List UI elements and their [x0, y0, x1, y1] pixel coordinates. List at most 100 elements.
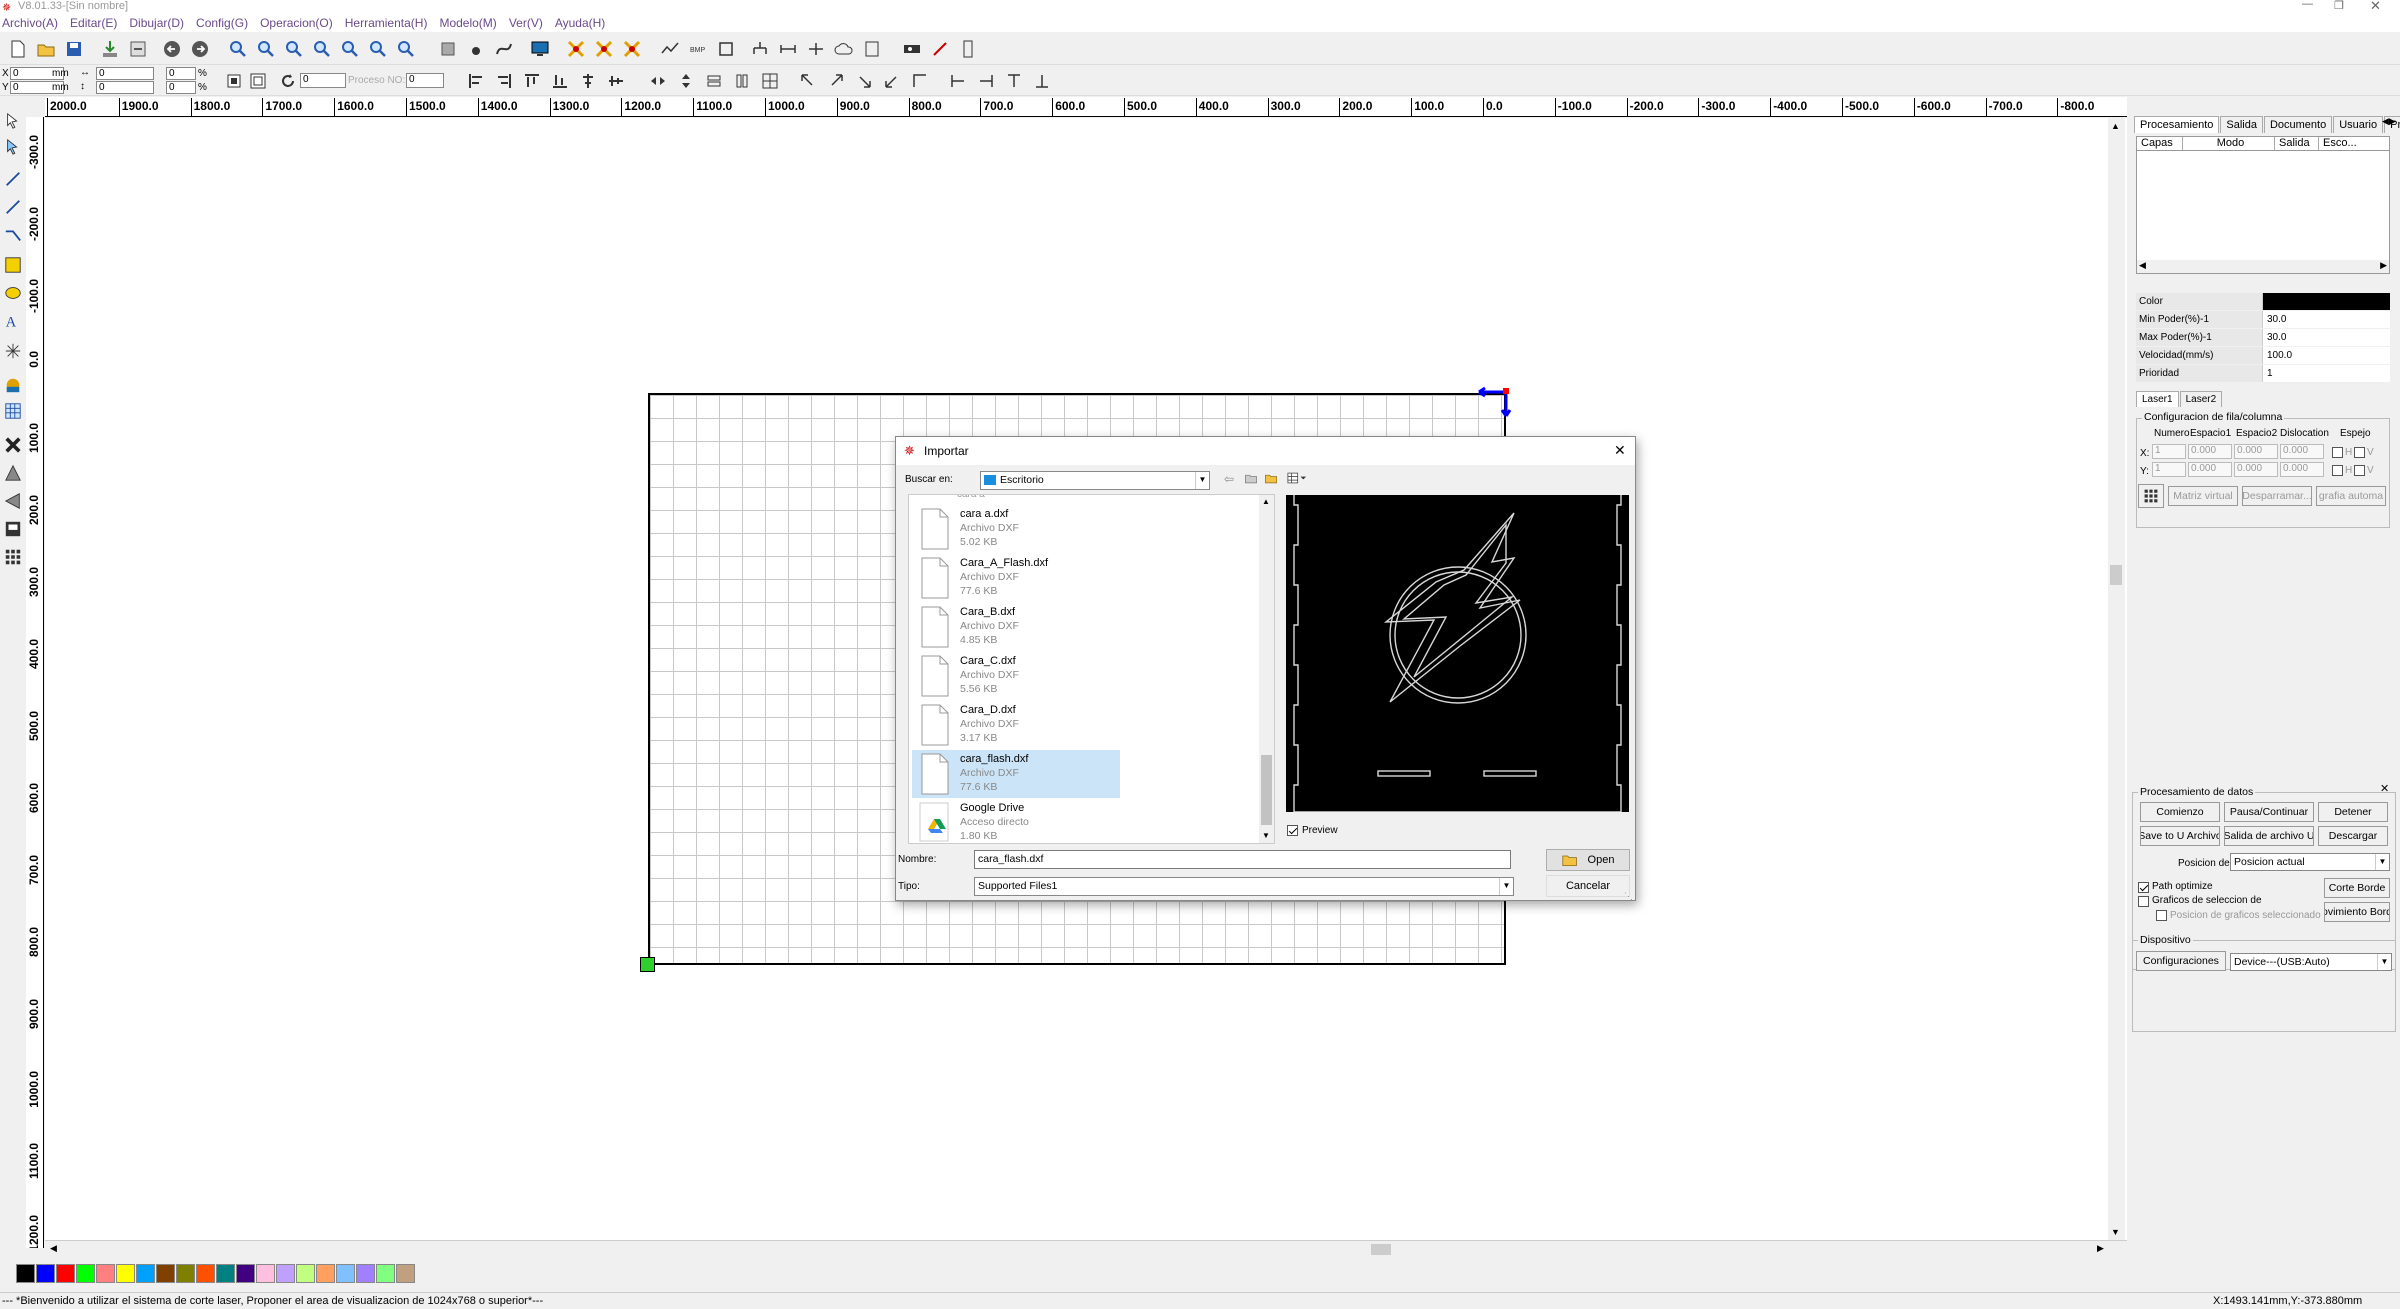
frame-icon[interactable]: [436, 37, 460, 61]
new-file-icon[interactable]: [6, 37, 30, 61]
detener-button[interactable]: Detener: [2318, 802, 2388, 822]
same-height-icon[interactable]: [730, 69, 754, 93]
tab-laser2[interactable]: Laser2: [2179, 391, 2223, 407]
redo-icon[interactable]: [188, 37, 212, 61]
array-y-mirror-h-checkbox[interactable]: [2332, 464, 2343, 476]
matriz-virtual-button[interactable]: Matriz virtual: [2168, 486, 2238, 506]
scroll-right-icon[interactable]: ▶: [2097, 1243, 2104, 1254]
dist-bottom-icon[interactable]: [1030, 69, 1054, 93]
align-icon[interactable]: [804, 37, 828, 61]
scale-x-input[interactable]: 0: [166, 67, 196, 80]
zoom-all-icon[interactable]: [366, 37, 390, 61]
dialog-close-icon[interactable]: ✕: [1614, 442, 1626, 459]
scroll-up-icon[interactable]: ▲: [1262, 497, 1270, 506]
device-select[interactable]: Device---(USB:Auto) ▼: [2230, 953, 2392, 971]
move-bottomright-icon[interactable]: [852, 69, 876, 93]
scroll-down-icon[interactable]: ▼: [1262, 831, 1270, 840]
align-vcenter-icon[interactable]: [604, 69, 628, 93]
minimize-icon[interactable]: —: [2302, 0, 2313, 10]
same-size-icon[interactable]: [758, 69, 782, 93]
filetype-select[interactable]: Supported Files1 ▼: [974, 877, 1514, 896]
zoom-in-icon[interactable]: [226, 37, 250, 61]
dist-top-icon[interactable]: [1002, 69, 1026, 93]
move-center-icon[interactable]: [908, 69, 932, 93]
height-input[interactable]: 0: [96, 81, 154, 94]
file-item[interactable]: cara a.dxf Archivo DXF 5.02 KB: [912, 505, 1120, 553]
layer-table[interactable]: Capas Modo Salida Esco... ◀ ▶: [2136, 136, 2390, 274]
menu-item-8[interactable]: Ayuda(H): [555, 16, 605, 30]
move-topleft-icon[interactable]: [796, 69, 820, 93]
save-icon[interactable]: [62, 37, 86, 61]
array-copy-icon[interactable]: [592, 37, 616, 61]
graficos-seleccion-checkbox[interactable]: [2138, 895, 2149, 907]
menu-item-1[interactable]: Editar(E): [70, 16, 117, 30]
tab-salida[interactable]: Salida: [2220, 116, 2263, 133]
file-item[interactable]: Cara_C.dxf Archivo DXF 5.56 KB: [912, 652, 1120, 700]
grid-tool-icon[interactable]: [2, 400, 24, 422]
array-y-espacio2[interactable]: 0.000: [2234, 462, 2278, 477]
posicion-select[interactable]: Posicion actual ▼: [2230, 853, 2390, 871]
menu-item-4[interactable]: Operacion(O): [260, 16, 333, 30]
proceso-input[interactable]: 0: [406, 73, 444, 88]
sidebar-toggle-icon[interactable]: [956, 37, 980, 61]
array-grid-button[interactable]: [2138, 484, 2164, 508]
salida-archivo-u-button[interactable]: Salida de archivo U: [2224, 826, 2314, 846]
posicion-graficos-checkbox[interactable]: [2156, 909, 2167, 921]
rect-shape-icon[interactable]: [714, 37, 738, 61]
zoom-fit-icon[interactable]: [282, 37, 306, 61]
move-topright-icon[interactable]: [824, 69, 848, 93]
dist-right-icon[interactable]: [974, 69, 998, 93]
save-to-u-button[interactable]: Save to U Archivo: [2140, 826, 2220, 846]
undo-icon[interactable]: [160, 37, 184, 61]
descargar-button[interactable]: Descargar: [2318, 826, 2388, 846]
palette-color-swatch[interactable]: [56, 1264, 75, 1283]
ellipse-tool-icon[interactable]: [2, 282, 24, 304]
mirror-h-icon[interactable]: [646, 69, 670, 93]
layer-table-hscroll[interactable]: ◀ ▶: [2137, 260, 2389, 273]
image-tool-icon[interactable]: [2, 374, 24, 396]
movimiento-borde-button[interactable]: ovimiento Bord: [2324, 902, 2390, 922]
palette-color-swatch[interactable]: [296, 1264, 315, 1283]
preview-checkbox[interactable]: [1287, 824, 1298, 836]
array-x-espacio1[interactable]: 0.000: [2188, 444, 2232, 459]
resize-grip-icon[interactable]: ⋱: [1624, 891, 1633, 902]
export-icon[interactable]: [126, 37, 150, 61]
configuraciones-button[interactable]: Configuraciones: [2136, 951, 2226, 971]
laser-machine-icon[interactable]: [900, 37, 924, 61]
array-x-count[interactable]: 1: [2152, 444, 2186, 459]
file-item[interactable]: Cara_A_Flash.dxf Archivo DXF 77.6 KB: [912, 554, 1120, 602]
menu-item-2[interactable]: Dibujar(D): [129, 16, 184, 30]
array-icon[interactable]: [564, 37, 588, 61]
align-bottom-icon[interactable]: [548, 69, 572, 93]
tab-laser1[interactable]: Laser1: [2136, 391, 2179, 407]
prop-min-power-value[interactable]: 30.0: [2262, 310, 2390, 328]
corte-borde-button[interactable]: Corte Borde: [2324, 878, 2390, 898]
new-folder-icon[interactable]: [1264, 471, 1278, 488]
palette-color-swatch[interactable]: [256, 1264, 275, 1283]
file-item[interactable]: Google Drive Acceso directo 1.80 KB: [912, 799, 1120, 843]
array-x-dislocation[interactable]: 0.000: [2280, 444, 2324, 459]
file-list[interactable]: cara a ▲ ▼ cara a.dxfArchivo DXF5.02 KBC…: [908, 494, 1275, 844]
cancel-button[interactable]: Cancelar: [1546, 875, 1630, 897]
palette-color-swatch[interactable]: [96, 1264, 115, 1283]
move-bottomleft-icon[interactable]: [880, 69, 904, 93]
curve-edit-icon[interactable]: [492, 37, 516, 61]
palette-color-swatch[interactable]: [156, 1264, 175, 1283]
zoom-window-icon[interactable]: [394, 37, 418, 61]
open-folder-icon[interactable]: [34, 37, 58, 61]
prop-color-swatch[interactable]: [2262, 292, 2390, 310]
pausa-continuar-button[interactable]: Pausa/Continuar: [2224, 802, 2314, 822]
filename-input[interactable]: cara_flash.dxf: [974, 850, 1511, 869]
array-y-espacio1[interactable]: 0.000: [2188, 462, 2232, 477]
align-right-icon[interactable]: [492, 69, 516, 93]
zoom-page-icon[interactable]: [310, 37, 334, 61]
comienzo-button[interactable]: Comienzo: [2140, 802, 2220, 822]
scroll-down-icon[interactable]: ▼: [2111, 1227, 2120, 1237]
smooth-curve-icon[interactable]: [658, 37, 682, 61]
palette-color-swatch[interactable]: [36, 1264, 55, 1283]
palette-color-swatch[interactable]: [356, 1264, 375, 1283]
line-tool-icon[interactable]: [2, 168, 24, 190]
palette-color-swatch[interactable]: [316, 1264, 335, 1283]
polyline-tool-icon[interactable]: [2, 196, 24, 218]
tab-scroll-icon[interactable]: ◀▶: [2382, 116, 2396, 127]
